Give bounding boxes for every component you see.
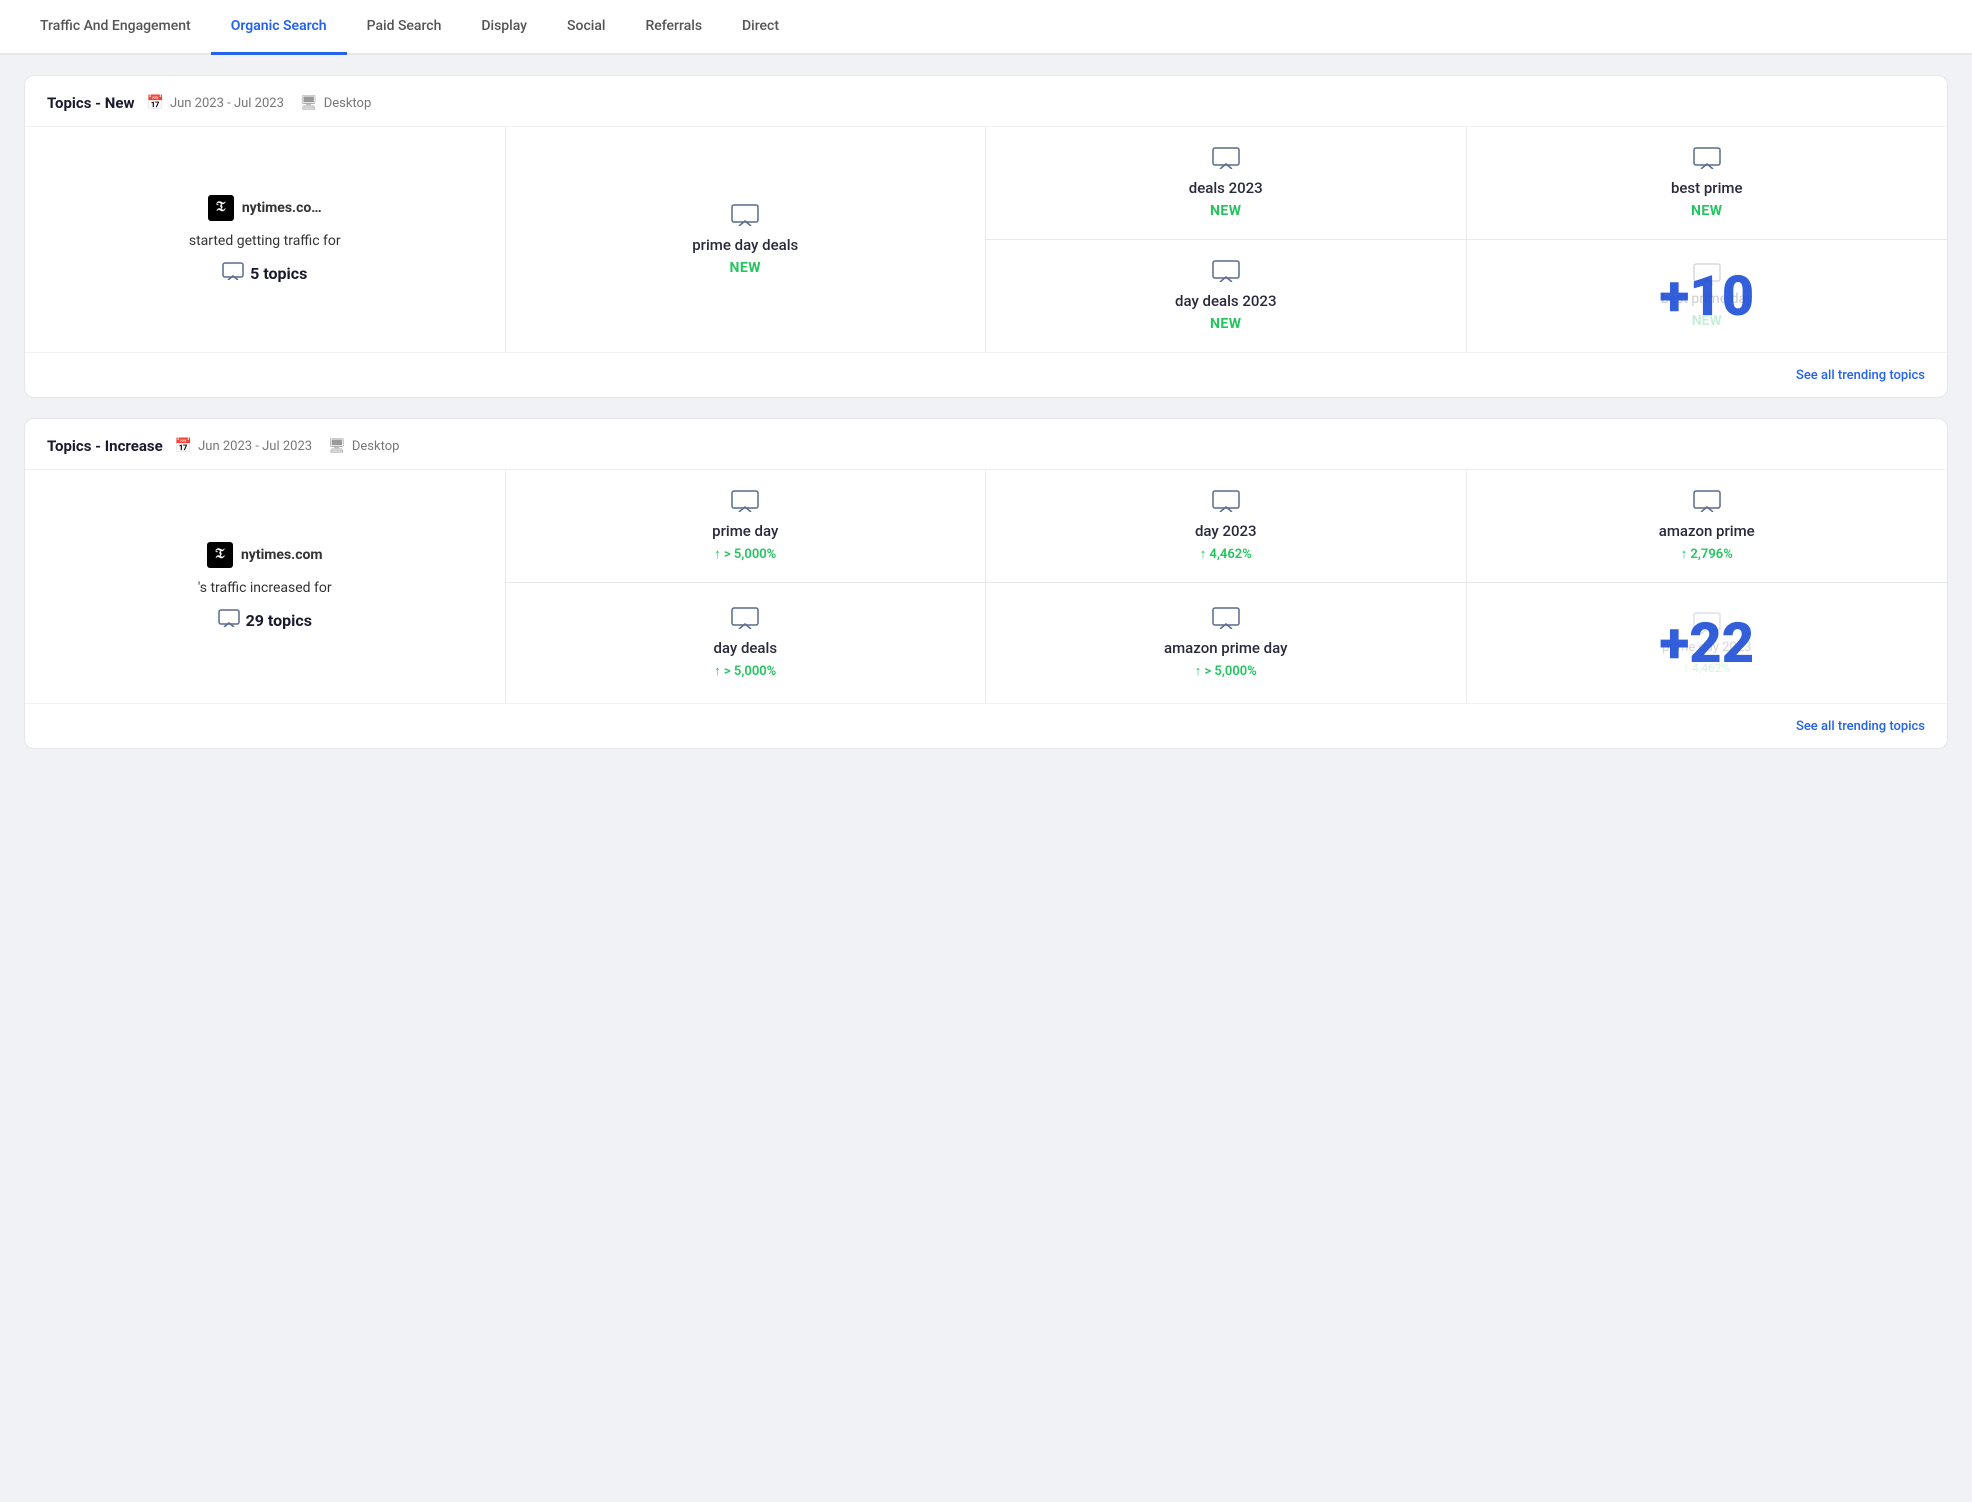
summary-count: 5 topics	[222, 262, 307, 284]
summary-count-label-2: 29 topics	[246, 611, 312, 630]
topic-name-4: day deals 2023	[1175, 292, 1276, 310]
topic-name-2: deals 2023	[1189, 179, 1263, 197]
topic-name-apd: amazon prime day	[1164, 639, 1287, 657]
tab-referrals[interactable]: Referrals	[625, 0, 722, 55]
overlay-bg-2: prime day 2023 ↑ 4,462%	[1646, 592, 1767, 695]
summary-cell-new: 𝔗 nytimes.co… started getting traffic fo…	[25, 127, 506, 352]
topic-name-pd: prime day	[712, 522, 778, 540]
topic-pct-d2023: ↑ 4,462%	[1200, 546, 1252, 562]
topic-badge-1: NEW	[729, 260, 761, 276]
topic-best-prime: best prime NEW	[1467, 127, 1948, 240]
section-new-meta: 📅 Jun 2023 - Jul 2023 🖥 Desktop	[147, 95, 372, 111]
section-increase-header: Topics - Increase 📅 Jun 2023 - Jul 2023 …	[25, 419, 1947, 470]
section-increase-footer: See all trending topics	[25, 703, 1947, 748]
topic-name-1: prime day deals	[692, 236, 798, 254]
topic-day-2023: day 2023 ↑ 4,462%	[986, 470, 1467, 583]
topic-name-dd: day deals	[713, 639, 777, 657]
topic-badge-2: NEW	[1210, 203, 1242, 219]
topic-icon-ap	[1693, 490, 1721, 516]
calendar-icon: 📅	[147, 95, 164, 111]
topic-day-deals-2023: day deals 2023 NEW	[986, 240, 1467, 352]
tab-traffic[interactable]: Traffic And Engagement	[20, 0, 211, 55]
topic-name-3: best prime	[1671, 179, 1743, 197]
section-increase-date: Jun 2023 - Jul 2023	[198, 439, 312, 454]
main-content: Topics - New 📅 Jun 2023 - Jul 2023 🖥 Des…	[0, 55, 1972, 769]
topic-pct-ap: ↑ 2,796%	[1681, 546, 1733, 562]
section-new-date: Jun 2023 - Jul 2023	[170, 96, 284, 111]
section-new-footer: See all trending topics	[25, 352, 1947, 397]
desktop-icon: 🖥	[300, 95, 318, 111]
topic-icon-4	[1212, 260, 1240, 286]
topic-name-ap: amazon prime	[1659, 522, 1755, 540]
tab-direct[interactable]: Direct	[722, 0, 799, 55]
summary-site: nytimes.co…	[242, 200, 322, 216]
desktop-icon-2: 🖥	[328, 438, 346, 454]
see-all-increase-link[interactable]: See all trending topics	[1796, 719, 1925, 734]
topic-pct-dd: ↑ > 5,000%	[714, 663, 776, 679]
topics-icon-2	[218, 609, 240, 631]
overlay-plus22-cell: prime day 2023 ↑ 4,462% +22	[1467, 583, 1948, 703]
topic-deals-2023: deals 2023 NEW	[986, 127, 1467, 240]
topic-day-deals: day deals ↑ > 5,000%	[506, 583, 987, 703]
section-increase-title: Topics - Increase	[47, 437, 163, 455]
topic-prime-day: prime day ↑ > 5,000%	[506, 470, 987, 583]
section-increase-device: Desktop	[352, 439, 400, 454]
summary-text-2: 's traffic increased for	[198, 578, 332, 599]
section-new-device: Desktop	[324, 96, 372, 111]
topic-icon-pd	[731, 490, 759, 516]
topic-icon-3	[1693, 147, 1721, 173]
topic-amazon-prime-day: amazon prime day ↑ > 5,000%	[986, 583, 1467, 703]
site-logo: 𝔗	[208, 195, 234, 221]
section-new-title: Topics - New	[47, 94, 135, 112]
summary-text: started getting traffic for	[189, 231, 341, 252]
topics-increase-section: Topics - Increase 📅 Jun 2023 - Jul 2023 …	[24, 418, 1948, 749]
topic-prime-day-deals: prime day deals NEW	[506, 127, 987, 352]
topic-name-d2023: day 2023	[1195, 522, 1257, 540]
topic-icon-d2023	[1212, 490, 1240, 516]
topics-new-grid: 𝔗 nytimes.co… started getting traffic fo…	[25, 127, 1947, 352]
see-all-new-link[interactable]: See all trending topics	[1796, 368, 1925, 383]
section-new-header: Topics - New 📅 Jun 2023 - Jul 2023 🖥 Des…	[25, 76, 1947, 127]
summary-count-2: 29 topics	[218, 609, 312, 631]
topic-icon-1	[731, 204, 759, 230]
summary-count-label: 5 topics	[250, 264, 307, 283]
tab-organic[interactable]: Organic Search	[211, 0, 347, 55]
topics-icon	[222, 262, 244, 284]
summary-cell-increase: 𝔗 nytimes.com 's traffic increased for 2…	[25, 470, 506, 703]
overlay-bg: best prime day NEW	[1645, 243, 1769, 349]
topic-pct-pd: ↑ > 5,000%	[714, 546, 776, 562]
topic-amazon-prime: amazon prime ↑ 2,796%	[1467, 470, 1948, 583]
calendar-icon-2: 📅	[175, 438, 192, 454]
overlay-plus10-cell: best prime day NEW +10	[1467, 240, 1948, 352]
summary-site-2: nytimes.com	[241, 547, 323, 563]
tab-display[interactable]: Display	[461, 0, 547, 55]
site-logo-2: 𝔗	[207, 542, 233, 568]
tab-social[interactable]: Social	[547, 0, 625, 55]
topic-icon-apd	[1212, 607, 1240, 633]
tab-paid[interactable]: Paid Search	[347, 0, 462, 55]
section-increase-meta: 📅 Jun 2023 - Jul 2023 🖥 Desktop	[175, 438, 400, 454]
topic-icon-2	[1212, 147, 1240, 173]
topic-badge-3: NEW	[1691, 203, 1723, 219]
topics-new-section: Topics - New 📅 Jun 2023 - Jul 2023 🖥 Des…	[24, 75, 1948, 398]
topics-increase-grid: 𝔗 nytimes.com 's traffic increased for 2…	[25, 470, 1947, 703]
site-logo-row-2: 𝔗 nytimes.com	[207, 542, 323, 568]
topic-badge-4: NEW	[1210, 316, 1242, 332]
site-logo-row: 𝔗 nytimes.co…	[208, 195, 322, 221]
topic-pct-apd: ↑ > 5,000%	[1195, 663, 1257, 679]
nav-tabs: Traffic And Engagement Organic Search Pa…	[0, 0, 1972, 55]
topic-icon-dd	[731, 607, 759, 633]
